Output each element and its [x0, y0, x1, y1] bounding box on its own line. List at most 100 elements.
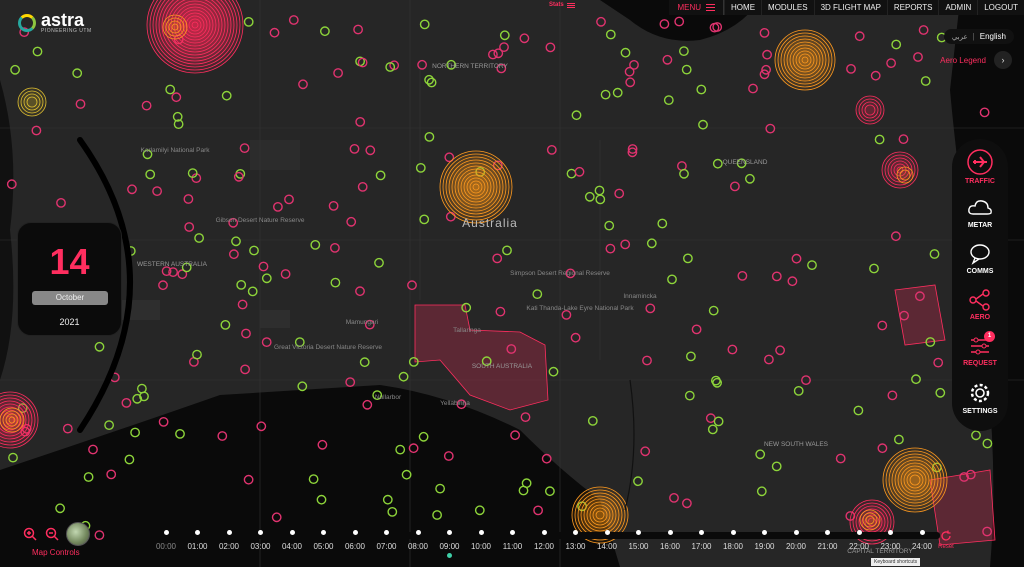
timeline-tick[interactable]: 11:00	[497, 530, 529, 551]
aerodrome-marker[interactable]	[775, 345, 785, 356]
aerodrome-marker[interactable]	[258, 261, 269, 272]
aerodrome-marker[interactable]	[594, 185, 605, 196]
aerodrome-marker[interactable]	[727, 344, 738, 355]
aerodrome-marker[interactable]	[31, 125, 42, 136]
aerodrome-marker[interactable]	[600, 89, 611, 100]
aerodrome-marker[interactable]	[419, 214, 430, 225]
aerodrome-marker[interactable]	[546, 144, 557, 155]
aerodrome-marker[interactable]	[158, 280, 168, 291]
aerodrome-marker[interactable]	[548, 366, 559, 377]
aerodrome-marker[interactable]	[220, 319, 231, 330]
aerodrome-marker[interactable]	[345, 377, 356, 387]
aerodrome-marker[interactable]	[681, 64, 692, 75]
aerodrome-marker[interactable]	[764, 354, 774, 365]
side-item-request[interactable]: 1 REQUEST	[952, 331, 1008, 367]
aerodrome-marker[interactable]	[971, 430, 981, 441]
aerodrome-marker[interactable]	[911, 374, 921, 385]
aerodrome-marker[interactable]	[349, 143, 360, 154]
aerodrome-marker[interactable]	[877, 320, 888, 331]
aerodrome-marker[interactable]	[10, 64, 21, 75]
aerodrome-marker[interactable]	[584, 191, 595, 202]
aerodrome-marker[interactable]	[625, 77, 636, 88]
aerodrome-marker[interactable]	[698, 119, 708, 130]
aerodrome-marker[interactable]	[374, 257, 384, 268]
timeline-tick[interactable]: 07:00	[371, 530, 403, 551]
aerodrome-marker[interactable]	[519, 33, 530, 44]
aerodrome-marker[interactable]	[241, 328, 251, 339]
aerodrome-marker[interactable]	[759, 28, 770, 38]
nav-logout[interactable]: LOGOUT	[977, 0, 1024, 15]
nav-reports[interactable]: REPORTS	[886, 0, 939, 15]
aerodrome-marker[interactable]	[853, 405, 864, 416]
aero-legend-toggle[interactable]: Aero Legend ›	[940, 51, 1012, 69]
timeline-tick[interactable]: 01:00	[182, 530, 214, 551]
timeline-tick[interactable]: 18:00	[717, 530, 749, 551]
aerodrome-marker[interactable]	[571, 110, 582, 121]
aerodrome-marker[interactable]	[502, 245, 512, 256]
timeline-tick[interactable]: 02:00	[213, 530, 245, 551]
aerodrome-marker[interactable]	[424, 131, 435, 142]
aerodrome-marker[interactable]	[233, 171, 244, 182]
aerodrome-marker[interactable]	[492, 253, 503, 264]
astra-logo[interactable]: astra PIONEERING UTM	[18, 11, 92, 34]
timeline-tick[interactable]: 08:00	[402, 530, 434, 551]
aerodrome-marker[interactable]	[415, 162, 426, 173]
aerodrome-marker[interactable]	[696, 84, 707, 95]
timeline-tick[interactable]: 06:00	[339, 530, 371, 551]
aerodrome-marker[interactable]	[184, 222, 195, 232]
aerodrome-marker[interactable]	[228, 249, 239, 260]
aerodrome-marker[interactable]	[136, 383, 147, 394]
aerodrome-marker[interactable]	[56, 197, 66, 208]
aerodrome-marker[interactable]	[121, 397, 132, 408]
nav-home[interactable]: HOME	[724, 0, 761, 15]
aerodrome-marker[interactable]	[355, 286, 365, 297]
reset-button[interactable]: Reset	[937, 530, 955, 550]
timeline-tick[interactable]: 15:00	[623, 530, 655, 551]
aerodrome-marker[interactable]	[679, 46, 689, 56]
aerodrome-marker[interactable]	[898, 134, 909, 145]
keyboard-shortcuts-link[interactable]: Keyboard shortcuts	[871, 558, 921, 566]
aerodrome-marker[interactable]	[640, 446, 651, 457]
aerodrome-marker[interactable]	[357, 181, 368, 192]
date-month-selector[interactable]: October	[32, 291, 108, 305]
aerodrome-marker[interactable]	[127, 184, 137, 195]
aerodrome-marker[interactable]	[679, 168, 689, 179]
aerodrome-marker[interactable]	[620, 239, 631, 250]
aerodrome-marker[interactable]	[933, 357, 944, 368]
aerodrome-marker[interactable]	[756, 486, 767, 497]
aerodrome-marker[interactable]	[612, 87, 623, 98]
aerodrome-marker[interactable]	[165, 84, 176, 95]
aerodrome-marker[interactable]	[886, 58, 896, 68]
aerodrome-marker[interactable]	[545, 42, 556, 53]
aerodrome-marker[interactable]	[870, 70, 881, 81]
aerodrome-marker[interactable]	[771, 271, 782, 282]
aerodrome-marker[interactable]	[791, 253, 802, 264]
aerodrome-marker[interactable]	[145, 169, 156, 180]
timeline-tick[interactable]: 19:00	[749, 530, 781, 551]
aerodrome-marker[interactable]	[657, 218, 668, 229]
aerodrome-marker[interactable]	[237, 299, 248, 310]
aerodrome-marker[interactable]	[712, 158, 723, 169]
timeline[interactable]: 00:00 01:00 02:00 03:00 04:00 05:00 06:00 07:00…	[150, 530, 932, 560]
aerodrome-marker[interactable]	[359, 357, 370, 368]
aerodrome-marker[interactable]	[574, 166, 585, 177]
side-item-settings[interactable]: SETTINGS	[952, 381, 1008, 415]
aerodrome-marker[interactable]	[330, 277, 341, 288]
zoom-out-button[interactable]	[44, 526, 60, 542]
timeline-tick[interactable]: 12:00	[528, 530, 560, 551]
timeline-tick[interactable]: 23:00	[875, 530, 907, 551]
aerodrome-marker[interactable]	[375, 170, 386, 181]
aerodrome-marker[interactable]	[663, 95, 674, 106]
aerodrome-marker[interactable]	[854, 31, 865, 42]
aerodrome-marker[interactable]	[683, 253, 693, 264]
timeline-tick[interactable]: 24:00	[906, 530, 938, 551]
aerodrome-marker[interactable]	[918, 25, 929, 35]
aerodrome-marker[interactable]	[183, 194, 194, 204]
aerodrome-marker[interactable]	[614, 188, 625, 199]
aerodrome-marker[interactable]	[887, 390, 898, 401]
timeline-tick[interactable]: 10:00	[465, 530, 497, 551]
aerodrome-marker[interactable]	[272, 201, 283, 212]
aerodrome-marker[interactable]	[329, 242, 340, 253]
aerodrome-marker[interactable]	[8, 452, 18, 463]
aerodrome-marker[interactable]	[604, 220, 615, 231]
